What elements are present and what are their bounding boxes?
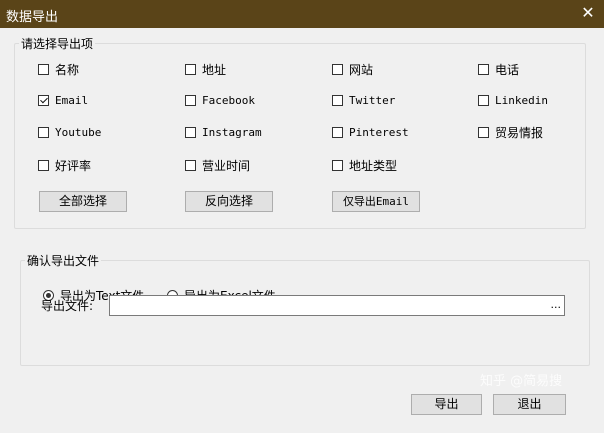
- browse-button[interactable]: ...: [551, 298, 562, 311]
- checkbox-name[interactable]: [38, 63, 49, 75]
- option-address-type-label: 地址类型: [349, 158, 398, 173]
- select-all-button[interactable]: 全部选择: [39, 191, 127, 212]
- checkbox-instagram[interactable]: [185, 126, 196, 138]
- option-email[interactable]: Email: [38, 92, 88, 108]
- option-instagram[interactable]: Instagram: [185, 124, 262, 140]
- checkbox-youtube[interactable]: [38, 126, 49, 138]
- option-linkedin-label: Linkedin: [495, 93, 548, 107]
- checkbox-pinterest[interactable]: [332, 126, 343, 138]
- confirm-file-legend: 确认导出文件: [27, 254, 100, 268]
- checkbox-trade-intel[interactable]: [478, 126, 489, 138]
- checkbox-address-type[interactable]: [332, 159, 343, 171]
- option-name[interactable]: 名称: [38, 61, 79, 77]
- option-phone-label: 电话: [495, 62, 520, 77]
- option-pinterest[interactable]: Pinterest: [332, 124, 409, 140]
- checkbox-hours[interactable]: [185, 159, 196, 171]
- option-rating[interactable]: 好评率: [38, 157, 91, 173]
- option-address[interactable]: 地址: [185, 61, 226, 77]
- option-twitter[interactable]: Twitter: [332, 92, 395, 108]
- exit-button[interactable]: 退出: [493, 394, 566, 415]
- checkbox-rating[interactable]: [38, 159, 49, 171]
- option-facebook[interactable]: Facebook: [185, 92, 255, 108]
- option-rating-label: 好评率: [55, 158, 92, 173]
- option-pinterest-label: Pinterest: [349, 125, 409, 139]
- option-hours[interactable]: 营业时间: [185, 157, 250, 173]
- option-address-type[interactable]: 地址类型: [332, 157, 397, 173]
- option-address-label: 地址: [202, 62, 227, 77]
- option-twitter-label: Twitter: [349, 93, 396, 107]
- export-email-only-button[interactable]: 仅导出Email: [332, 191, 420, 212]
- option-website-label: 网站: [349, 62, 374, 77]
- option-trade-intel[interactable]: 贸易情报: [478, 124, 543, 140]
- option-trade-intel-label: 贸易情报: [495, 125, 544, 140]
- file-path-label: 导出文件:: [41, 299, 94, 313]
- checkbox-address[interactable]: [185, 63, 196, 75]
- option-youtube[interactable]: Youtube: [38, 124, 101, 140]
- option-hours-label: 营业时间: [202, 158, 251, 173]
- title-bar: 数据导出 ✕: [0, 0, 604, 28]
- option-name-label: 名称: [55, 62, 80, 77]
- option-email-label: Email: [55, 93, 89, 107]
- checkbox-linkedin[interactable]: [478, 94, 489, 106]
- window-title: 数据导出: [6, 10, 59, 25]
- option-instagram-label: Instagram: [202, 125, 262, 139]
- option-linkedin[interactable]: Linkedin: [478, 92, 548, 108]
- option-website[interactable]: 网站: [332, 61, 373, 77]
- checkbox-facebook[interactable]: [185, 94, 196, 106]
- file-path-field[interactable]: ...: [109, 295, 565, 316]
- option-phone[interactable]: 电话: [478, 61, 519, 77]
- option-facebook-label: Facebook: [202, 93, 255, 107]
- checkbox-website[interactable]: [332, 63, 343, 75]
- option-youtube-label: Youtube: [55, 125, 102, 139]
- watermark-text: 知乎 @简易搜: [480, 374, 563, 389]
- close-icon[interactable]: ✕: [572, 0, 604, 26]
- checkbox-twitter[interactable]: [332, 94, 343, 106]
- select-items-legend: 请选择导出项: [21, 37, 94, 51]
- export-button[interactable]: 导出: [411, 394, 482, 415]
- invert-selection-button[interactable]: 反向选择: [185, 191, 273, 212]
- checkbox-phone[interactable]: [478, 63, 489, 75]
- checkbox-email[interactable]: [38, 94, 49, 106]
